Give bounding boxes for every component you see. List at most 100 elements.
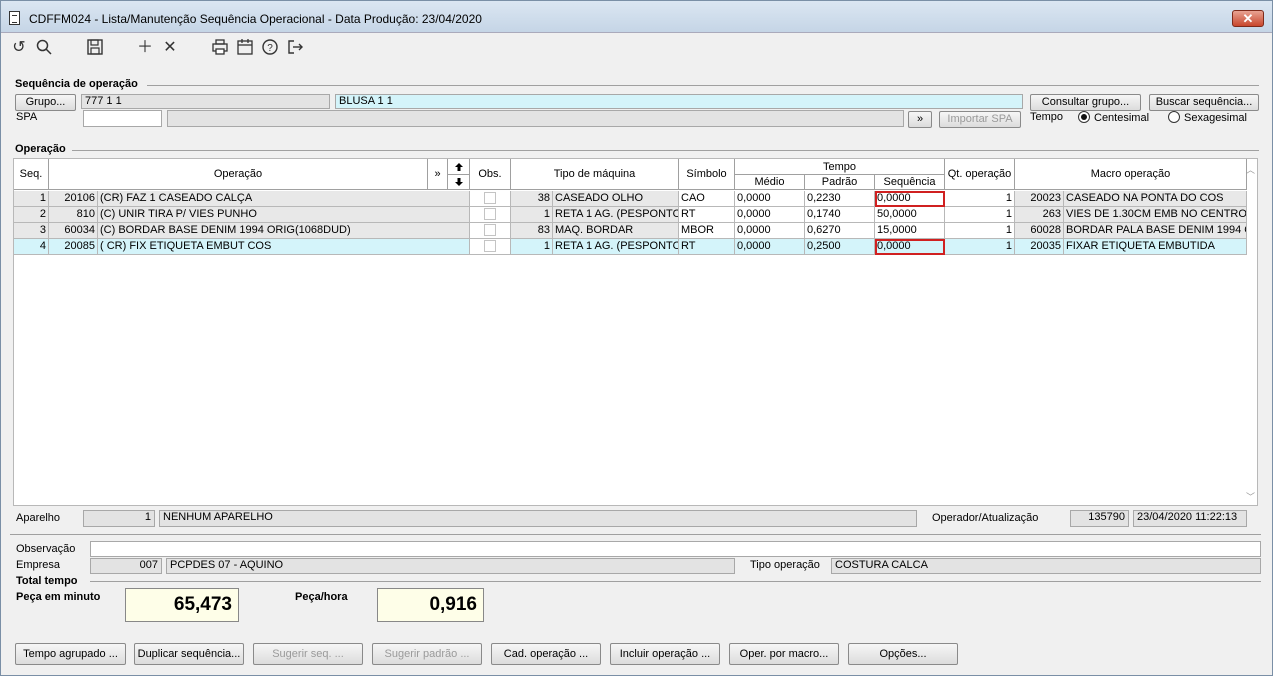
col-header-medio[interactable]: Médio <box>735 175 805 190</box>
cell-seq[interactable]: 2 <box>14 207 49 223</box>
obs-checkbox[interactable] <box>484 192 496 204</box>
cell-sequencia[interactable]: 0,0000 <box>875 191 945 207</box>
cell-sequencia[interactable]: 0,0000 <box>875 239 945 255</box>
cell-padrao[interactable]: 0,2500 <box>805 239 875 255</box>
cell-macro-code[interactable]: 20023 <box>1015 191 1064 207</box>
centesimal-radio[interactable] <box>1078 111 1090 123</box>
save-icon[interactable] <box>85 38 105 58</box>
cell-macro-desc[interactable]: BORDAR PALA BASE DENIM 1994 OF <box>1064 223 1247 239</box>
cell-qt[interactable]: 1 <box>945 191 1015 207</box>
opcoes-button[interactable]: Opções... <box>848 643 958 665</box>
cell-macro-desc[interactable]: VIES DE 1.30CM EMB NO CENTRO D <box>1064 207 1247 223</box>
cell-qt[interactable]: 1 <box>945 223 1015 239</box>
help-icon[interactable]: ? <box>260 38 280 58</box>
cell-op-desc[interactable]: ( CR) FIX ETIQUETA EMBUT COS <box>98 239 470 255</box>
cad-operacao-button[interactable]: Cad. operação ... <box>491 643 601 665</box>
cell-seq[interactable]: 4 <box>14 239 49 255</box>
sexagesimal-radio[interactable] <box>1168 111 1180 123</box>
cell-medio[interactable]: 0,0000 <box>735 239 805 255</box>
scroll-up-icon[interactable]: ︿ <box>1246 163 1255 176</box>
cell-simbolo[interactable]: CAO <box>679 191 735 207</box>
cell-macro-code[interactable]: 263 <box>1015 207 1064 223</box>
exit-icon[interactable] <box>285 38 305 58</box>
cell-qt[interactable]: 1 <box>945 239 1015 255</box>
col-header-tipo-maquina[interactable]: Tipo de máquina <box>511 159 679 190</box>
cell-maq-code[interactable]: 1 <box>511 207 553 223</box>
cell-op-code[interactable]: 60034 <box>49 223 98 239</box>
calendar-icon[interactable] <box>235 38 255 58</box>
delete-icon[interactable]: ✕ <box>160 38 180 58</box>
grupo-button[interactable]: Grupo... <box>15 94 76 111</box>
cell-maq-code[interactable]: 1 <box>511 239 553 255</box>
search-icon[interactable] <box>34 38 54 58</box>
cell-op-desc[interactable]: (CR) FAZ 1 CASEADO CALÇA <box>98 191 470 207</box>
cell-maq-code[interactable]: 38 <box>511 191 553 207</box>
cell-macro-code[interactable]: 20035 <box>1015 239 1064 255</box>
col-header-padrao[interactable]: Padrão <box>805 175 875 190</box>
col-header-obs[interactable]: Obs. <box>470 159 511 190</box>
tempo-agrupado-button[interactable]: Tempo agrupado ... <box>15 643 126 665</box>
cell-simbolo[interactable]: RT <box>679 239 735 255</box>
cell-seq[interactable]: 1 <box>14 191 49 207</box>
cell-maq-desc[interactable]: MAQ. BORDAR <box>553 223 679 239</box>
obs-cell[interactable] <box>470 239 511 255</box>
obs-checkbox[interactable] <box>484 208 496 220</box>
col-header-qt-operacao[interactable]: Qt. operação <box>945 159 1015 190</box>
cell-qt[interactable]: 1 <box>945 207 1015 223</box>
col-header-sequencia[interactable]: Sequência <box>875 175 945 190</box>
obs-cell[interactable] <box>470 191 511 207</box>
spa-input[interactable] <box>83 110 162 127</box>
col-header-macro-operacao[interactable]: Macro operação <box>1015 159 1247 190</box>
cell-maq-desc[interactable]: CASEADO OLHO <box>553 191 679 207</box>
print-icon[interactable] <box>210 38 230 58</box>
consultar-grupo-button[interactable]: Consultar grupo... <box>1030 94 1141 111</box>
move-up-button[interactable] <box>448 159 470 175</box>
col-header-operacao[interactable]: Operação <box>49 159 428 190</box>
observacao-input[interactable] <box>90 541 1261 557</box>
cell-maq-desc[interactable]: RETA 1 AG. (PESPONTO S <box>553 239 679 255</box>
cell-seq[interactable]: 3 <box>14 223 49 239</box>
cell-macro-code[interactable]: 60028 <box>1015 223 1064 239</box>
cell-padrao[interactable]: 0,6270 <box>805 223 875 239</box>
grupo-desc-field[interactable]: BLUSA 1 1 <box>335 94 1023 109</box>
cell-padrao[interactable]: 0,2230 <box>805 191 875 207</box>
cell-sequencia[interactable]: 50,0000 <box>875 207 945 223</box>
cell-maq-code[interactable]: 83 <box>511 223 553 239</box>
cell-macro-desc[interactable]: FIXAR ETIQUETA EMBUTIDA <box>1064 239 1247 255</box>
refresh-icon[interactable]: ↺ <box>9 38 29 58</box>
operador-label: Operador/Atualização <box>932 512 1039 524</box>
cell-op-desc[interactable]: (C) BORDAR BASE DENIM 1994 ORIG(1068DUD) <box>98 223 470 239</box>
cell-simbolo[interactable]: RT <box>679 207 735 223</box>
add-icon[interactable]: ＋ <box>135 38 155 58</box>
cell-medio[interactable]: 0,0000 <box>735 223 805 239</box>
close-button[interactable]: ✕ <box>1232 10 1264 27</box>
buscar-sequencia-button[interactable]: Buscar sequência... <box>1149 94 1259 111</box>
col-header-seq[interactable]: Seq. <box>14 159 49 190</box>
tipo-operacao-field: COSTURA CALCA <box>831 558 1261 574</box>
col-header-simbolo[interactable]: Símbolo <box>679 159 735 190</box>
cell-op-desc[interactable]: (C) UNIR TIRA P/ VIES PUNHO <box>98 207 470 223</box>
incluir-operacao-button[interactable]: Incluir operação ... <box>610 643 720 665</box>
expand-columns-button[interactable]: » <box>428 159 448 190</box>
obs-checkbox[interactable] <box>484 240 496 252</box>
obs-cell[interactable] <box>470 207 511 223</box>
duplicar-sequencia-button[interactable]: Duplicar sequência... <box>134 643 244 665</box>
cell-simbolo[interactable]: MBOR <box>679 223 735 239</box>
cell-op-code[interactable]: 20106 <box>49 191 98 207</box>
cell-sequencia[interactable]: 15,0000 <box>875 223 945 239</box>
obs-checkbox[interactable] <box>484 224 496 236</box>
spa-arrow-button[interactable]: » <box>908 111 932 128</box>
scroll-down-icon[interactable]: ﹀ <box>1246 490 1255 503</box>
cell-macro-desc[interactable]: CASEADO NA PONTA DO COS <box>1064 191 1247 207</box>
cell-medio[interactable]: 0,0000 <box>735 207 805 223</box>
cell-medio[interactable]: 0,0000 <box>735 191 805 207</box>
move-down-button[interactable] <box>448 175 470 190</box>
cell-maq-desc[interactable]: RETA 1 AG. (PESPONTO S <box>553 207 679 223</box>
obs-cell[interactable] <box>470 223 511 239</box>
sugerir-padrao-button: Sugerir padrão ... <box>372 643 482 665</box>
cell-op-code[interactable]: 20085 <box>49 239 98 255</box>
oper-por-macro-button[interactable]: Oper. por macro... <box>729 643 839 665</box>
cell-op-code[interactable]: 810 <box>49 207 98 223</box>
cell-padrao[interactable]: 0,1740 <box>805 207 875 223</box>
operations-grid: Seq. Operação » Obs. Tipo de máquina Sím… <box>13 158 1258 506</box>
